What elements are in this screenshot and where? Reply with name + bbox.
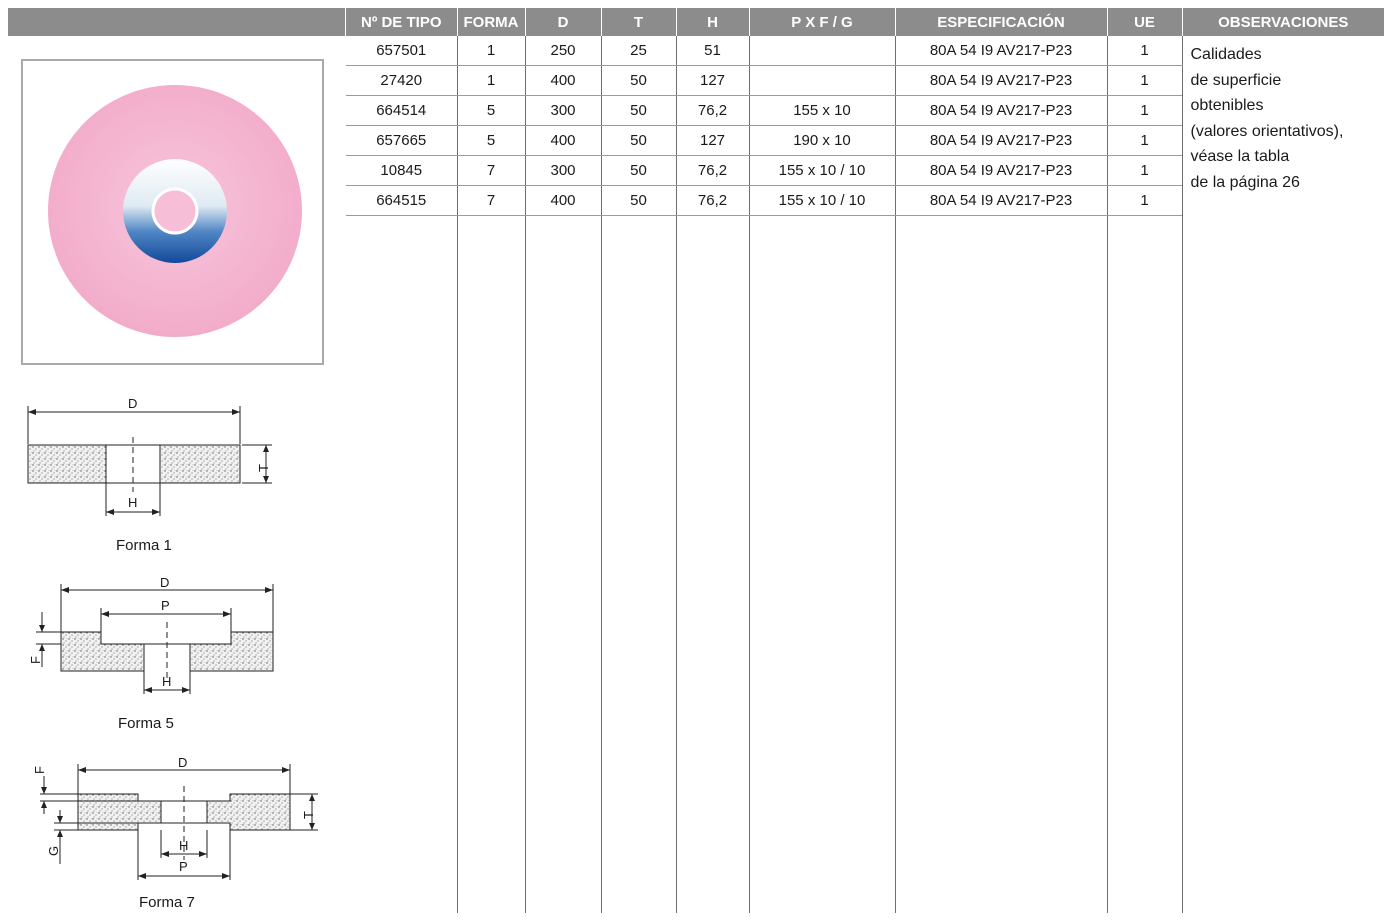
cell-h: 51 bbox=[675, 36, 749, 66]
cell-ue: 1 bbox=[1106, 65, 1182, 96]
cell-d: 400 bbox=[524, 125, 601, 156]
obs-line: véase la tabla bbox=[1190, 148, 1290, 165]
dim-f-label: F bbox=[32, 766, 47, 774]
col-header-pxfg: P X F / G bbox=[748, 8, 895, 36]
cell-tipo: 664514 bbox=[346, 95, 457, 126]
dim-h-label: H bbox=[179, 838, 188, 853]
grinding-wheel-icon bbox=[48, 85, 302, 337]
col-header-ue: UE bbox=[1106, 8, 1182, 36]
cell-ue: 1 bbox=[1106, 185, 1182, 216]
cell-t: 50 bbox=[600, 125, 676, 156]
forma5-label: Forma 5 bbox=[118, 715, 174, 732]
cell-ue: 1 bbox=[1106, 95, 1182, 126]
forma7-drawing: D F T G H P bbox=[32, 755, 318, 880]
cell-h: 76,2 bbox=[675, 95, 749, 126]
forma7-diagram: D F T G H P bbox=[20, 752, 330, 887]
cell-forma: 1 bbox=[456, 65, 525, 96]
cell-pxfg: 155 x 10 / 10 bbox=[748, 155, 895, 186]
obs-line: de superficie bbox=[1190, 71, 1282, 89]
table-row: 657501 1 250 25 51 80A 54 I9 AV217-P23 1… bbox=[346, 36, 1384, 913]
obs-line: de la página 26 bbox=[1190, 173, 1300, 191]
col-header-forma: FORMA bbox=[456, 8, 525, 36]
dim-t-label: T bbox=[256, 464, 271, 472]
cell-tipo: 27420 bbox=[346, 65, 457, 96]
cell-spec: 80A 54 I9 AV217-P23 bbox=[894, 36, 1107, 66]
spec-table: Nº DE TIPO FORMA D T H P X F / G ESPECIF… bbox=[346, 8, 1384, 913]
cell-ue: 1 bbox=[1106, 125, 1182, 156]
cell-t: 25 bbox=[600, 36, 676, 66]
obs-line: obtenibles bbox=[1190, 97, 1264, 114]
cell-d: 300 bbox=[524, 155, 601, 186]
cell-pxfg: 155 x 10 / 10 bbox=[748, 185, 895, 216]
cell-forma: 7 bbox=[456, 185, 525, 216]
dim-d-label: D bbox=[160, 575, 169, 590]
dim-f-label: F bbox=[28, 656, 43, 664]
forma5-drawing: D P F H bbox=[28, 575, 274, 694]
cell-spec: 80A 54 I9 AV217-P23 bbox=[894, 185, 1107, 216]
observations-cell: Calidades de superficie obtenibles (valo… bbox=[1181, 36, 1384, 913]
cell-spec: 80A 54 I9 AV217-P23 bbox=[894, 155, 1107, 186]
dim-g-label: G bbox=[46, 846, 61, 856]
dim-h-label: H bbox=[128, 495, 137, 510]
col-header-t: T bbox=[600, 8, 676, 36]
grinding-wheel-photo bbox=[21, 59, 324, 365]
obs-line: (valores orientativos), bbox=[1190, 122, 1344, 140]
cell-h: 76,2 bbox=[675, 185, 749, 216]
cell-d: 400 bbox=[524, 65, 601, 96]
cell-tipo: 657501 bbox=[346, 36, 457, 66]
forma7-label: Forma 7 bbox=[139, 894, 195, 911]
forma1-label: Forma 1 bbox=[116, 537, 172, 554]
obs-line: Calidades bbox=[1190, 46, 1262, 63]
dim-p-label: P bbox=[179, 859, 188, 874]
cell-tipo: 10845 bbox=[346, 155, 457, 186]
cell-t: 50 bbox=[600, 155, 676, 186]
cell-t: 50 bbox=[600, 185, 676, 216]
dim-d-label: D bbox=[128, 396, 137, 411]
cell-h: 127 bbox=[675, 125, 749, 156]
dim-d-label: D bbox=[178, 755, 187, 770]
col-header-obs: OBSERVACIONES bbox=[1181, 8, 1384, 36]
cell-spec: 80A 54 I9 AV217-P23 bbox=[894, 95, 1107, 126]
cell-d: 300 bbox=[524, 95, 601, 126]
forma5-diagram: D P F H bbox=[20, 572, 320, 702]
cell-d: 400 bbox=[524, 185, 601, 216]
cell-spec: 80A 54 I9 AV217-P23 bbox=[894, 125, 1107, 156]
cell-tipo: 657665 bbox=[346, 125, 457, 156]
cell-pxfg bbox=[748, 65, 895, 96]
col-header-h: H bbox=[675, 8, 749, 36]
cell-pxfg: 155 x 10 bbox=[748, 95, 895, 126]
col-header-d: D bbox=[524, 8, 601, 36]
cell-h: 76,2 bbox=[675, 155, 749, 186]
forma1-diagram: D T H bbox=[20, 392, 320, 522]
cell-h: 127 bbox=[675, 65, 749, 96]
table-header-row: Nº DE TIPO FORMA D T H P X F / G ESPECIF… bbox=[346, 8, 1384, 36]
cell-forma: 5 bbox=[456, 95, 525, 126]
dim-h-label: H bbox=[162, 674, 171, 689]
cell-t: 50 bbox=[600, 95, 676, 126]
col-header-spec: ESPECIFICACIÓN bbox=[894, 8, 1107, 36]
cell-spec: 80A 54 I9 AV217-P23 bbox=[894, 65, 1107, 96]
cell-forma: 1 bbox=[456, 36, 525, 66]
forma1-drawing: D T H bbox=[27, 396, 272, 516]
cell-pxfg: 190 x 10 bbox=[748, 125, 895, 156]
col-header-tipo: Nº DE TIPO bbox=[346, 8, 457, 36]
cell-forma: 5 bbox=[456, 125, 525, 156]
cell-pxfg bbox=[748, 36, 895, 66]
cell-tipo: 664515 bbox=[346, 185, 457, 216]
cell-ue: 1 bbox=[1106, 155, 1182, 186]
dim-p-label: P bbox=[161, 598, 170, 613]
cell-forma: 7 bbox=[456, 155, 525, 186]
cell-ue: 1 bbox=[1106, 36, 1182, 66]
dim-t-label: T bbox=[301, 811, 316, 819]
cell-t: 50 bbox=[600, 65, 676, 96]
cell-d: 250 bbox=[524, 36, 601, 66]
left-header-bar bbox=[8, 8, 345, 36]
